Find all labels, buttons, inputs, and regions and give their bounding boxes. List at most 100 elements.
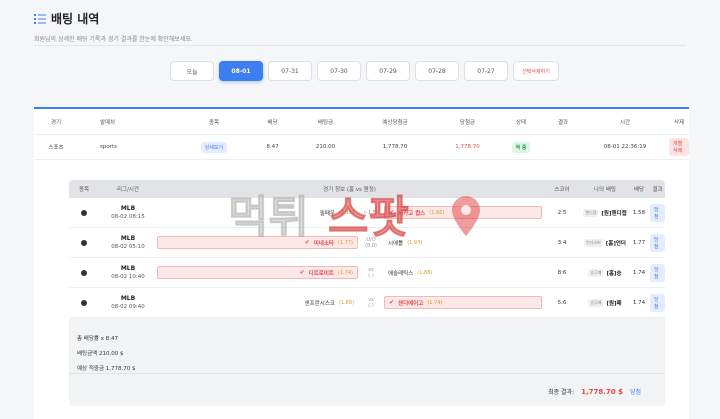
- result-badge: 당첨: [650, 293, 665, 312]
- away-name: 샌디에이고: [398, 300, 424, 307]
- status-badge: 적 중: [511, 141, 531, 153]
- home-odds: (2.15): [338, 209, 354, 216]
- row-bet: 210.00: [315, 144, 336, 150]
- detail-button[interactable]: 상세보기: [200, 141, 228, 153]
- check-icon: ✔: [389, 299, 395, 306]
- final-amount: 1,778.70 $: [581, 387, 623, 396]
- detail-header: 종목 리그/시간 경기 정보 (홈 vs 원정) 스코어 나의 배팅 배당 결과: [69, 180, 665, 198]
- bet-detail: 종목 리그/시간 경기 정보 (홈 vs 원정) 스코어 나의 배팅 배당 결과…: [69, 180, 665, 406]
- league: MLB: [120, 235, 136, 242]
- home-team: ✔ 디트로이트 (1.74): [157, 266, 358, 279]
- result-badge: 당첨: [650, 203, 665, 222]
- betting-history-panel: 경기 발매차 종목 배당 배팅금 예상당첨금 당첨금 상태 결과 시간 삭제 스…: [34, 107, 689, 419]
- score: 2:5: [557, 209, 567, 216]
- away-team: 애슬레틱스 (1.88): [384, 266, 542, 279]
- pick-tag: 언더오버: [584, 238, 603, 247]
- home-odds: (1.77): [337, 239, 353, 246]
- odds: 1.74: [632, 299, 646, 306]
- page-subtitle: 회원님의 상세한 배팅 기록과 경기 결과를 한눈에 확인해보세요.: [34, 36, 193, 43]
- pick-tag: 핸디캡: [583, 208, 599, 217]
- game-time: 08-02 08:15: [111, 214, 145, 220]
- dh-pick: 나의 배팅: [594, 187, 616, 193]
- away-team: ✔ 샌디에이고 (1.74): [384, 296, 542, 309]
- home-name: 디트로이트: [308, 270, 334, 277]
- final-label: 최종 결과:: [548, 389, 575, 396]
- home-name: 샌프란시스코: [304, 300, 335, 307]
- odds: 1.58: [632, 209, 646, 216]
- away-odds: (1.88): [417, 269, 433, 276]
- footer-divider: [69, 373, 665, 374]
- dh-league: 리그/시간: [116, 187, 140, 193]
- row-odds: 8.47: [266, 144, 279, 150]
- result-badge: 당첨: [650, 233, 665, 252]
- header-type: 발매차: [100, 119, 116, 126]
- header-odds: 배당: [267, 119, 278, 126]
- pick-tag: 승무패: [588, 268, 604, 277]
- dh-result: 결과: [652, 187, 663, 193]
- dh-odds: 배당: [633, 187, 645, 193]
- summary-header: 경기 발매차 종목 배당 배팅금 예상당첨금 당첨금 상태 결과 시간 삭제: [34, 109, 689, 135]
- table-row: MLB 08-02 05:10 ✔ 미네소타 (1.77) U/O (8.0) 시애틀(…: [69, 228, 665, 258]
- tab-today[interactable]: 오늘: [170, 61, 214, 81]
- header-time: 시간: [619, 119, 631, 126]
- header-status: 상태: [515, 119, 527, 126]
- home-name: 필페우: [319, 210, 335, 217]
- handicap: (-): [368, 272, 374, 279]
- page-header: 배팅 내역 회원님의 상세한 배팅 기록과 경기 결과를 한눈에 확인해보세요.: [34, 10, 193, 43]
- league: MLB: [120, 265, 136, 272]
- tab-07-30[interactable]: 07-30: [317, 61, 361, 81]
- game-time: 08-02 10:40: [111, 274, 145, 280]
- league: MLB: [120, 205, 136, 212]
- pick: [원]핸디캡: [601, 210, 627, 217]
- header-expected: 예상당첨금: [382, 119, 408, 126]
- tab-07-28[interactable]: 07-28: [415, 61, 459, 81]
- home-name: 미네소타: [313, 240, 334, 247]
- total-odds: 총 배당률 x 8.47: [77, 336, 118, 342]
- header-delete: 삭제: [673, 119, 685, 126]
- baseball-icon: [81, 269, 87, 276]
- pick: [원]패: [606, 300, 622, 307]
- check-icon: ✔: [389, 209, 395, 216]
- pick: [홈]승: [606, 270, 622, 277]
- away-team: ✔ 시카고 컵스 (1.66): [384, 206, 542, 219]
- header-divider: [34, 45, 686, 46]
- header-bet: 배팅금: [317, 119, 334, 126]
- header-win: 당첨금: [459, 119, 476, 126]
- tab-07-31[interactable]: 07-31: [268, 61, 312, 81]
- table-row: MLB 08-02 10:40 ✔ 디트로이트 (1.74) vs (-) 애슬레틱스(…: [69, 258, 665, 288]
- final-result: 최종 결과: 1,778.70 $ 당첨: [548, 387, 641, 397]
- bet-amount: 배팅금액 210.00 $: [77, 351, 124, 357]
- date-tabs: 오늘 08-01 07-31 07-30 07-29 07-28 07-27 선…: [170, 61, 559, 81]
- away-name: 애슬레틱스: [388, 270, 414, 277]
- expected-win: 예상 적중금 1,778.70 $: [77, 366, 136, 372]
- away-odds: (1.74): [427, 299, 443, 306]
- bet-summary: 총 배당률 x 8.47 배팅금액 210.00 $ 예상 적중금 1,778.…: [77, 332, 136, 377]
- tab-07-27[interactable]: 07-27: [464, 61, 508, 81]
- delete-selected-button[interactable]: 선택삭제하기: [513, 61, 559, 81]
- row-time: 08-01 22:36:19: [603, 144, 647, 150]
- pick-tag: 승무패: [588, 298, 604, 307]
- away-team: 시애틀 (1.93): [384, 236, 542, 249]
- home-odds: (1.74): [337, 269, 353, 276]
- game-time: 08-02 09:40: [111, 304, 145, 310]
- league: MLB: [120, 295, 136, 302]
- tab-08-01[interactable]: 08-01: [219, 61, 263, 81]
- odds: 1.77: [632, 239, 646, 246]
- page-title: 배팅 내역: [51, 12, 100, 26]
- dh-match: 경기 정보 (홈 vs 원정): [323, 187, 376, 193]
- delete-row-button[interactable]: 개별삭제: [669, 138, 689, 156]
- summary-row: 스포츠 sports 상세보기 8.47 210.00 1,778.70 1,7…: [34, 135, 689, 160]
- pick: [홈]언더: [605, 240, 626, 247]
- final-result-text: 당첨: [629, 389, 641, 396]
- away-name: 시카고 컵스: [398, 210, 426, 217]
- tab-07-29[interactable]: 07-29: [366, 61, 410, 81]
- odds: 1.74: [632, 269, 646, 276]
- result-badge: 당첨: [650, 263, 665, 282]
- score: 5:6: [557, 299, 567, 306]
- home-team: 샌프란시스코 (1.88): [157, 296, 358, 309]
- header-detail: 종목: [208, 119, 220, 126]
- baseball-icon: [81, 239, 87, 246]
- game-time: 08-02 05:10: [111, 244, 145, 250]
- home-team: ✔ 미네소타 (1.77): [157, 236, 358, 249]
- row-win: 1,778.70: [455, 144, 480, 150]
